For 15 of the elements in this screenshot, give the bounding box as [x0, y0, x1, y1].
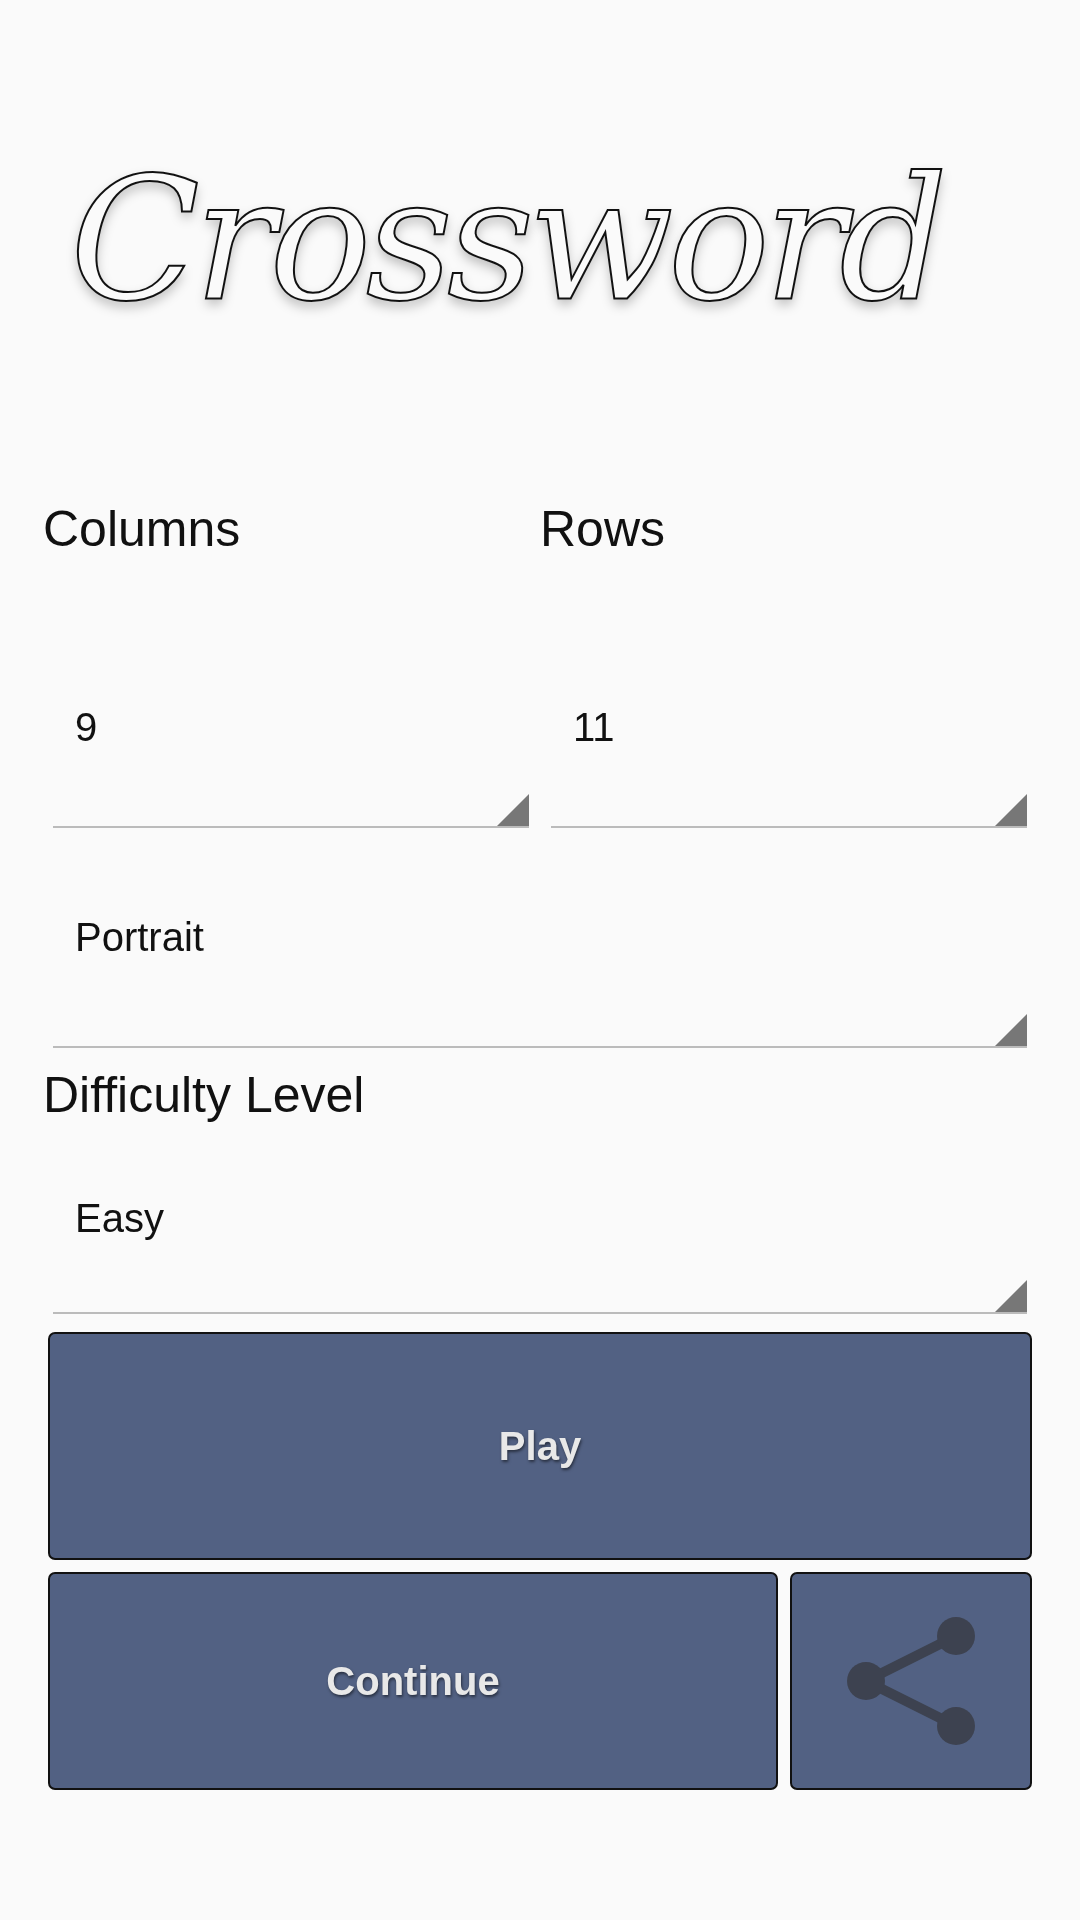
dropdown-arrow-icon: [995, 1280, 1027, 1312]
dropdown-arrow-icon: [497, 794, 529, 826]
rows-dropdown[interactable]: 11: [551, 628, 1027, 828]
dropdown-arrow-icon: [995, 1014, 1027, 1046]
app-logo: Crossword: [70, 141, 943, 339]
difficulty-label: Difficulty Level: [42, 1066, 366, 1124]
columns-label: Columns: [43, 500, 242, 558]
difficulty-dropdown[interactable]: Easy: [53, 1124, 1027, 1314]
continue-button[interactable]: Continue: [48, 1572, 778, 1790]
play-button[interactable]: Play: [48, 1332, 1032, 1560]
rows-label: Rows: [540, 500, 667, 558]
share-button[interactable]: [790, 1572, 1032, 1790]
orientation-dropdown[interactable]: Portrait: [53, 828, 1027, 1048]
columns-dropdown[interactable]: 9: [53, 628, 529, 828]
dropdown-arrow-icon: [995, 794, 1027, 826]
